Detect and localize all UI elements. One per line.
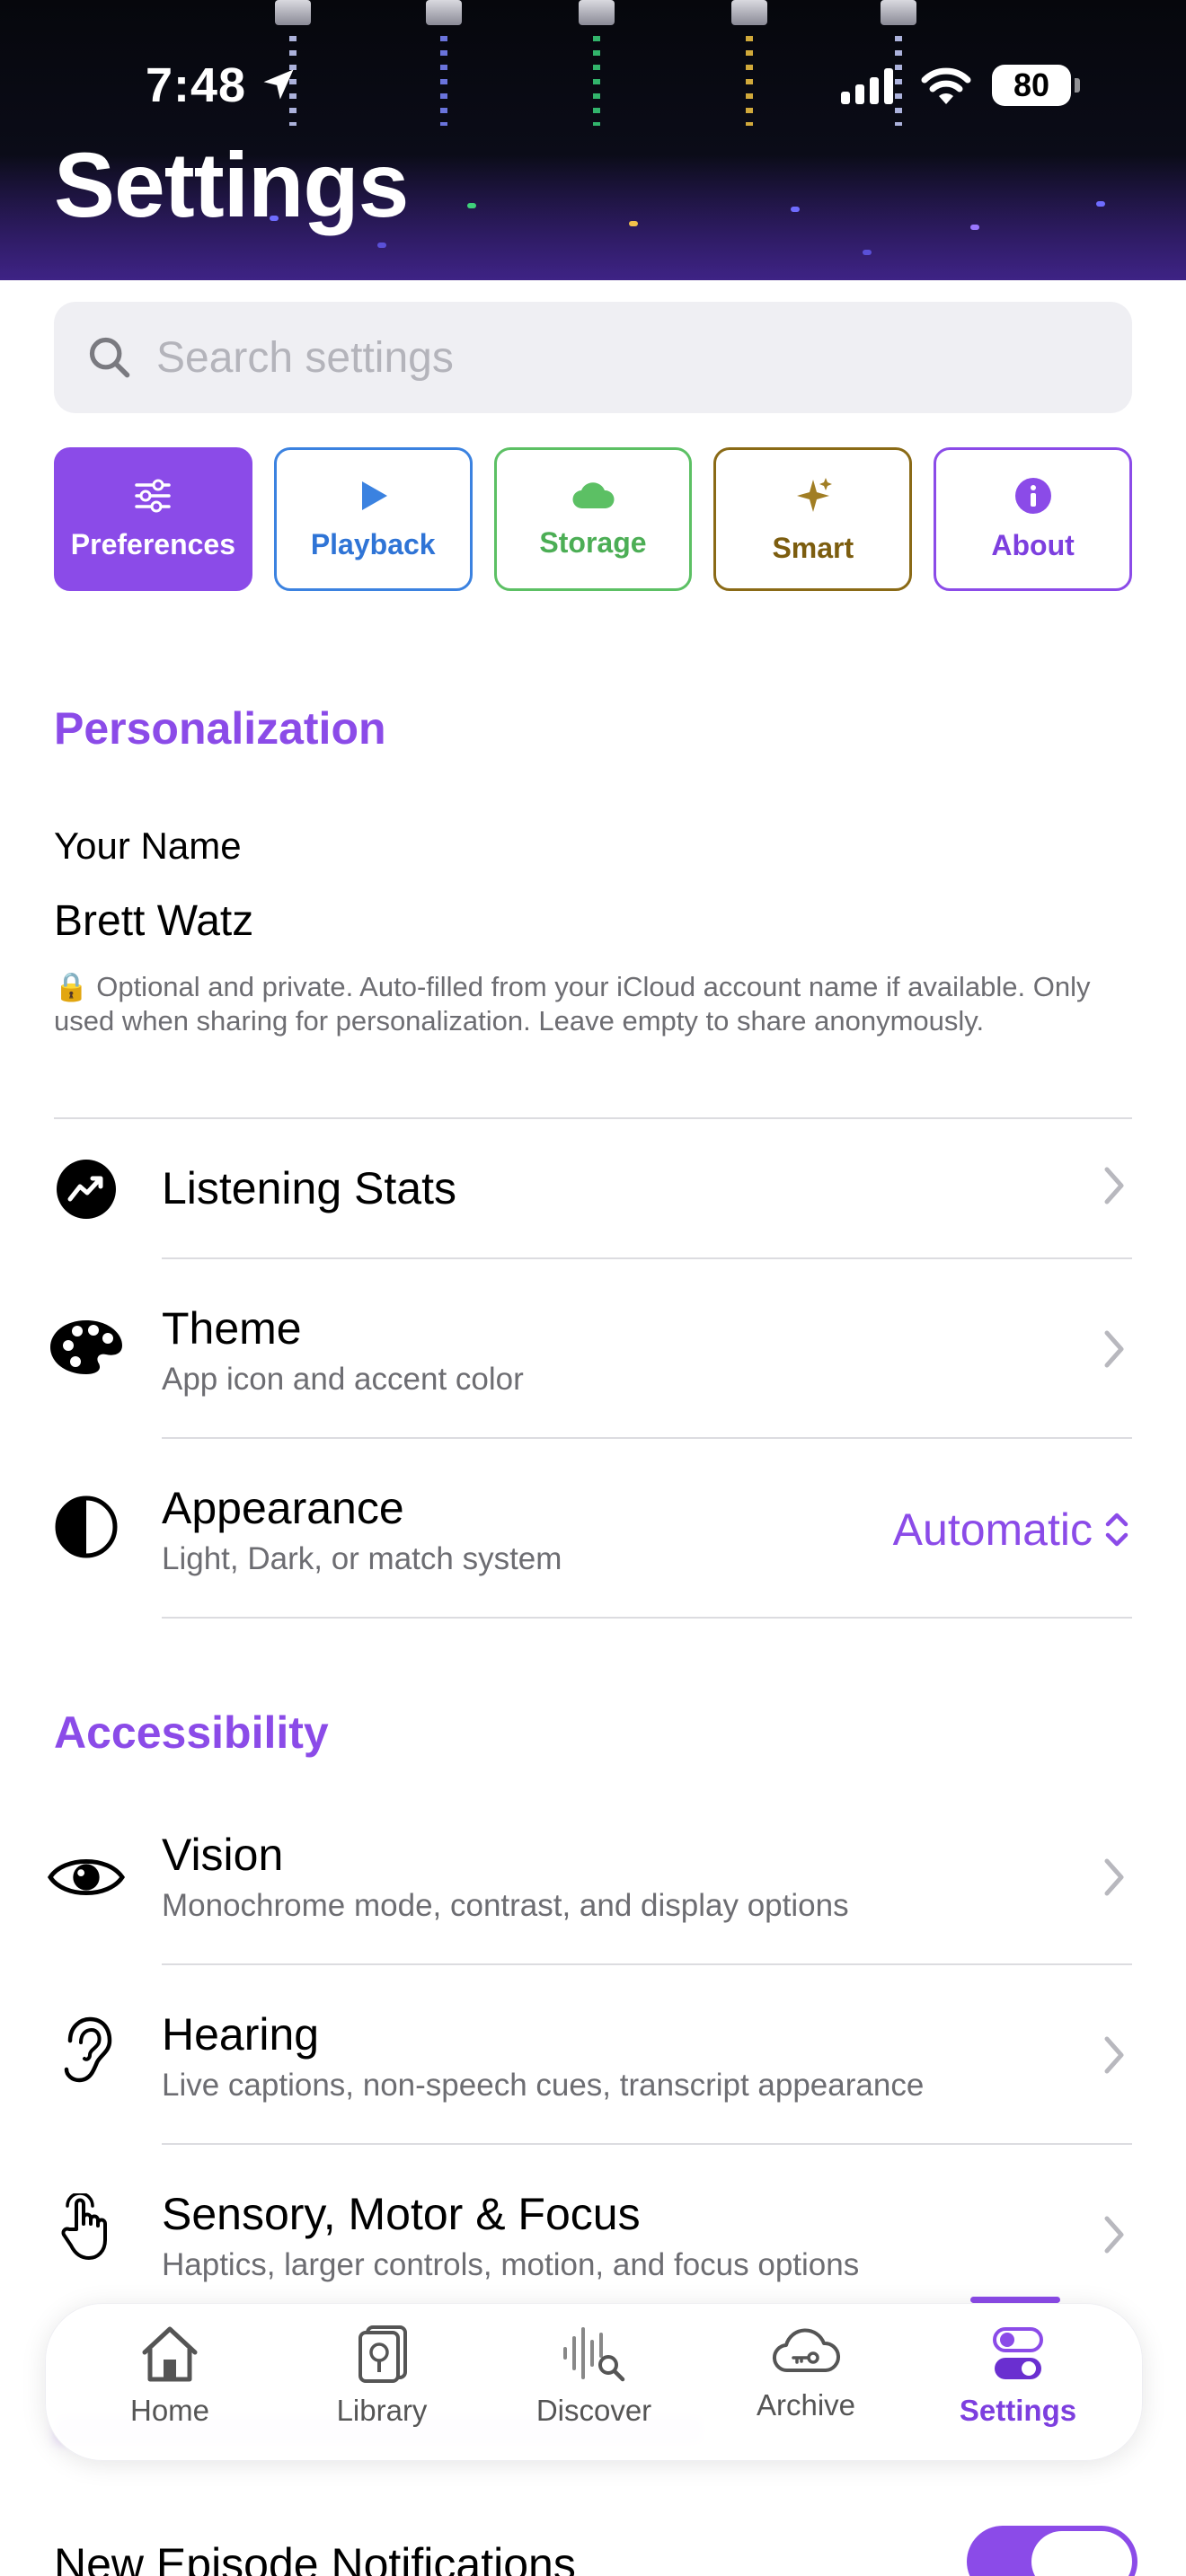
row-subtitle: App icon and accent color — [162, 1362, 524, 1397]
tab-label: Home — [129, 2394, 210, 2427]
info-icon — [1014, 477, 1051, 514]
row-subtitle: Live captions, non-speech cues, transcri… — [162, 2068, 925, 2103]
your-name-label: Your Name — [54, 825, 242, 867]
row-listening-stats[interactable]: Listening Stats — [0, 1119, 1186, 1257]
new-episode-notifications-label: New Episode Notifications — [54, 2539, 576, 2576]
row-title: Theme — [162, 1303, 302, 1354]
row-appearance[interactable]: Appearance Light, Dark, or match system … — [0, 1439, 1186, 1617]
tab-discover[interactable]: Discover — [504, 2304, 684, 2462]
status-time: 7:48 — [146, 58, 247, 112]
row-vision[interactable]: Vision Monochrome mode, contrast, and di… — [0, 1796, 1186, 1963]
tab-home[interactable]: Home — [80, 2304, 260, 2462]
tab-label: Library — [336, 2394, 428, 2427]
settings-categories: Preferences Playback Storage Smart About — [54, 447, 1132, 591]
tab-archive[interactable]: Archive — [716, 2304, 896, 2462]
eye-icon — [47, 1838, 126, 1917]
row-subtitle: Haptics, larger controls, motion, and fo… — [162, 2247, 860, 2282]
toggles-icon — [993, 2327, 1043, 2379]
house-icon — [142, 2326, 198, 2382]
chevron-right-icon — [1104, 2216, 1124, 2254]
chevron-right-icon — [1104, 1167, 1124, 1204]
tab-settings[interactable]: Settings — [928, 2304, 1108, 2462]
page-title: Settings — [54, 134, 409, 236]
header-banner: 7:48 80 Settings — [0, 0, 1186, 280]
category-label: Storage — [539, 525, 647, 559]
cloud-key-icon — [772, 2328, 841, 2373]
chevron-right-icon — [1104, 1858, 1124, 1896]
category-label: Preferences — [70, 527, 236, 560]
chevron-right-icon — [1104, 1330, 1124, 1368]
category-label: About — [991, 528, 1075, 561]
row-subtitle: Light, Dark, or match system — [162, 1541, 562, 1576]
cellular-signal-icon — [841, 66, 893, 104]
your-name-help: 🔒 Optional and private. Auto-filled from… — [54, 971, 1091, 1037]
search-icon — [89, 337, 130, 378]
category-playback[interactable]: Playback — [273, 447, 473, 591]
sliders-icon — [135, 479, 172, 512]
your-name-field[interactable]: Brett Watz — [54, 896, 253, 946]
chevron-right-icon — [1104, 2036, 1124, 2074]
row-title: Appearance — [162, 1483, 404, 1533]
row-subtitle: Monochrome mode, contrast, and display o… — [162, 1888, 849, 1923]
tab-label: Discover — [535, 2394, 652, 2427]
category-preferences[interactable]: Preferences — [54, 447, 252, 591]
row-theme[interactable]: Theme App icon and accent color — [0, 1259, 1186, 1437]
play-icon — [362, 481, 388, 510]
row-title: Hearing — [162, 2009, 320, 2060]
search-field[interactable]: Search settings — [54, 302, 1132, 413]
tab-library[interactable]: Library — [292, 2304, 472, 2462]
wifi-icon — [921, 67, 971, 104]
divider — [162, 1617, 1132, 1619]
ear-icon — [47, 2010, 126, 2089]
tab-bar: Home Library Discover Archive Settings — [45, 2303, 1143, 2461]
row-sensory-motor-focus[interactable]: Sensory, Motor & Focus Haptics, larger c… — [0, 2145, 1186, 2298]
hand-tap-icon — [47, 2188, 126, 2267]
category-smart[interactable]: Smart — [713, 447, 913, 591]
section-heading-personalization: Personalization — [54, 703, 386, 754]
row-title: Sensory, Motor & Focus — [162, 2189, 641, 2239]
cloud-icon — [572, 481, 615, 508]
new-episode-notifications-toggle[interactable] — [967, 2526, 1137, 2576]
appearance-value: Automatic — [892, 1504, 1093, 1555]
contrast-icon — [47, 1487, 126, 1566]
category-label: Playback — [310, 527, 436, 560]
selected-tab-indicator — [970, 2297, 1060, 2303]
tab-label: Archive — [756, 2388, 856, 2422]
chevron-up-down-icon — [1105, 1513, 1128, 1547]
category-label: Smart — [772, 531, 854, 564]
tab-label: Settings — [959, 2394, 1077, 2427]
battery-indicator: 80 — [992, 65, 1080, 106]
palette-icon — [47, 1308, 126, 1387]
section-heading-accessibility: Accessibility — [54, 1707, 329, 1758]
location-arrow-icon — [263, 69, 294, 100]
sparkles-icon — [796, 477, 832, 512]
waveform-search-icon — [563, 2327, 625, 2382]
category-storage[interactable]: Storage — [493, 447, 693, 591]
row-title: Vision — [162, 1830, 284, 1880]
category-about[interactable]: About — [934, 447, 1132, 591]
library-icon — [358, 2325, 407, 2383]
appearance-picker[interactable]: Automatic — [893, 1504, 1130, 1556]
search-placeholder: Search settings — [156, 333, 454, 382]
chart-icon — [47, 1150, 126, 1229]
row-title: Listening Stats — [162, 1163, 456, 1213]
row-hearing[interactable]: Hearing Live captions, non-speech cues, … — [0, 1965, 1186, 2143]
